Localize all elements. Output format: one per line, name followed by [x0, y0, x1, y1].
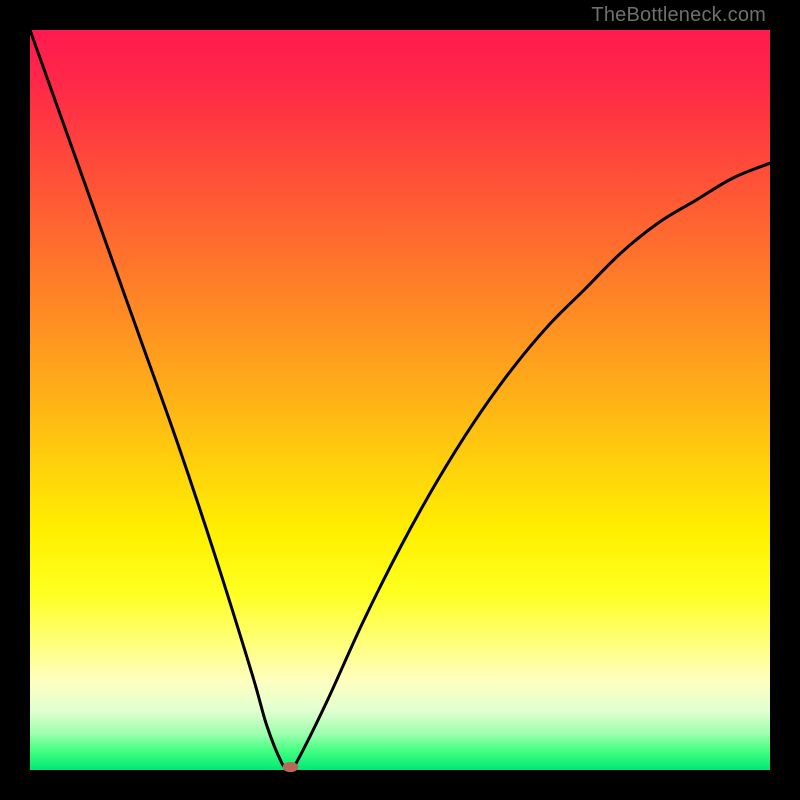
chart-frame: TheBottleneck.com: [0, 0, 800, 800]
plot-area: [30, 30, 770, 770]
watermark-text: TheBottleneck.com: [591, 4, 766, 27]
optimal-point-marker: [282, 762, 298, 772]
bottleneck-curve-path: [30, 30, 770, 771]
curve-layer: [30, 30, 770, 770]
